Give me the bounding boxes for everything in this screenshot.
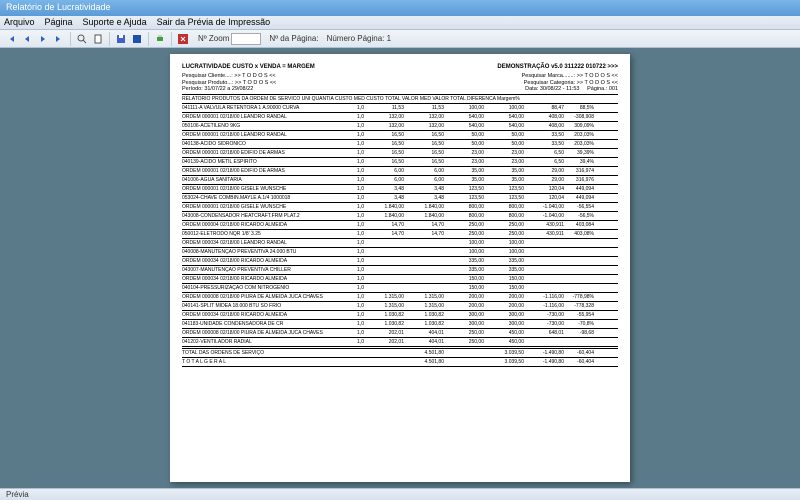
table-row: 050012-ELETRODO NQR 1/8' 3.251,014,7014,… [182,231,618,237]
table-row: 043007-MANUTENÇÃO PREVENTIVA CHILLER1,03… [182,267,618,273]
zoom-icon [77,34,87,44]
report-title-left: LUCRATIVIDADE CUSTO x VENDA = MARGEM [182,64,315,71]
filter-marca: Pesquisar Marca.......: >> T O D O S << [522,73,618,80]
zoom-input[interactable] [231,33,261,45]
table-row: ORDEM 000001 02/18/00 GISELE WUNSCHE1,01… [182,204,618,210]
prev-page-button[interactable] [20,32,34,46]
total-ordens-label: TOTAL DAS ORDENS DE SERVIÇO [182,350,342,356]
zoom-label: Nº Zoom [198,34,229,43]
zoom-tool-button[interactable] [75,32,89,46]
table-row: 043008-CONDENSADOR HEATCRAFT.FRM PLAT.21… [182,213,618,219]
status-text: Prévia [6,490,29,499]
window-title: Relatório de Lucratividade [6,2,111,12]
last-page-button[interactable] [52,32,66,46]
page-setup-button[interactable] [91,32,105,46]
total-d: -1.490,80 [524,350,564,356]
title-bar: Relatório de Lucratividade [0,0,800,16]
table-row: 041183-UNIDADE CONDENSADORA DE CR1,01.03… [182,321,618,327]
report-rows: 041111-A VALVULA RETENTORA 1 A.90000 CUR… [182,105,618,347]
toolbar: Nº Zoom Nº da Página: Número Página: 1 [0,30,800,48]
separator [109,32,110,46]
table-row: ORDEM 000001 02/18/00 EDIFIO DE ARMAS1,0… [182,168,618,174]
menu-suporte[interactable]: Suporte e Ajuda [83,17,147,28]
next-icon [38,34,48,44]
total-geral-label: T O T A L G E R A L [182,359,342,365]
total-v: 3.039,50 [484,350,524,356]
menu-arquivo[interactable]: Arquivo [4,17,35,28]
periodo: Período: 31/07/22 a 29/08/22 [182,86,253,93]
print-button[interactable] [153,32,167,46]
table-row: ORDEM 000004 02/18/00 RICARDO ALMEIDA1,0… [182,222,618,228]
total-q: 4.501,80 [404,350,444,356]
separator [70,32,71,46]
report-pageno: Página.: 001 [587,86,618,92]
filter-produto: Pesquisar Produto...: >> T O D O S << [182,80,276,87]
export-icon [132,34,142,44]
table-row: ORDEM 000008 02/18/00 PIURA DE ALMEIDA J… [182,294,618,300]
table-row: ORDEM 000001 02/18/00 LEANDRO RANDAL1,01… [182,114,618,120]
prev-icon [22,34,32,44]
table-row: 040141-SPLIT MIDEA 18.000 BTU SÓ FRIO1,0… [182,303,618,309]
table-row: 040138-ACIDO SIDRONICO1,016,5016,5050,00… [182,141,618,147]
table-row: 041111-A VALVULA RETENTORA 1 A.90000 CUR… [182,105,618,111]
separator [148,32,149,46]
first-page-button[interactable] [4,32,18,46]
table-row: ORDEM 000008 02/18/00 PIURA DE ALMEIDA J… [182,330,618,336]
table-row: ORDEM 000034 02/18/00 RICARDO ALMEIDA1,0… [182,276,618,282]
table-row: ORDEM 000034 02/18/00 RICARDO ALMEIDA1,0… [182,312,618,318]
column-header: RELATORIO PRODUTOS DA ORDEM DE SERVICO U… [182,96,618,102]
table-row: 041006-AGUA SANITARIA1,06,006,0035,0035,… [182,177,618,183]
table-row: ORDEM 000034 02/18/00 LEANDRO RANDAL1,01… [182,240,618,246]
separator [171,32,172,46]
close-button[interactable] [176,32,190,46]
first-icon [6,34,16,44]
report-page: LUCRATIVIDADE CUSTO x VENDA = MARGEM DEMO… [170,54,630,482]
page-num-label: Nº da Página: [269,34,318,43]
table-row: 040104-PRESSURIZAÇÃO COM NITROGÊNIO1,015… [182,285,618,291]
export-button[interactable] [130,32,144,46]
filter-categoria: Pesquisar Categoria: >> T O D O S << [524,80,618,87]
save-icon [116,34,126,44]
menu-sair[interactable]: Sair da Prévia de Impressão [157,17,271,28]
save-button[interactable] [114,32,128,46]
close-icon [178,34,188,44]
table-row: ORDEM 000001 02/18/00 LEANDRO RANDAL1,01… [182,132,618,138]
print-icon [155,34,165,44]
table-row: 053024-CHAVE COMBIN.MAYLE A.1/4 10000181… [182,195,618,201]
table-row: 050106-ACETILENO 9KG1,0132,00132,00540,0… [182,123,618,129]
report-date: Data: 30/08/22 - 11:53 [525,86,579,92]
table-row: 041202-VENTILADOR RADIAL1,0202,01404,012… [182,339,618,345]
table-row: ORDEM 000001 02/18/00 EDIFIO DE ARMAS1,0… [182,150,618,156]
table-row: 040139-ACIDO METIL ESPIRITO1,016,5016,50… [182,159,618,165]
filter-cliente: Pesquisar Cliente....: >> T O D O S << [182,73,276,80]
report-title-right: DEMONSTRAÇÃO v5.0 311222 010722 >>> [497,64,618,71]
page-icon [93,34,103,44]
status-bar: Prévia [0,488,800,500]
total-m: -60,404 [564,350,594,356]
last-icon [54,34,64,44]
page-num-value: Número Página: 1 [327,34,391,43]
table-row: 040008-MANUTENÇÃO PREVENTIVA 24.000 BTU1… [182,249,618,255]
table-row: ORDEM 000034 02/18/00 RICARDO ALMEIDA1,0… [182,258,618,264]
table-row: ORDEM 000001 02/18/00 GISELE WUNSCHE1,03… [182,186,618,192]
menu-bar: Arquivo Página Suporte e Ajuda Sair da P… [0,16,800,30]
preview-viewer[interactable]: LUCRATIVIDADE CUSTO x VENDA = MARGEM DEMO… [0,48,800,488]
next-page-button[interactable] [36,32,50,46]
menu-pagina[interactable]: Página [45,17,73,28]
